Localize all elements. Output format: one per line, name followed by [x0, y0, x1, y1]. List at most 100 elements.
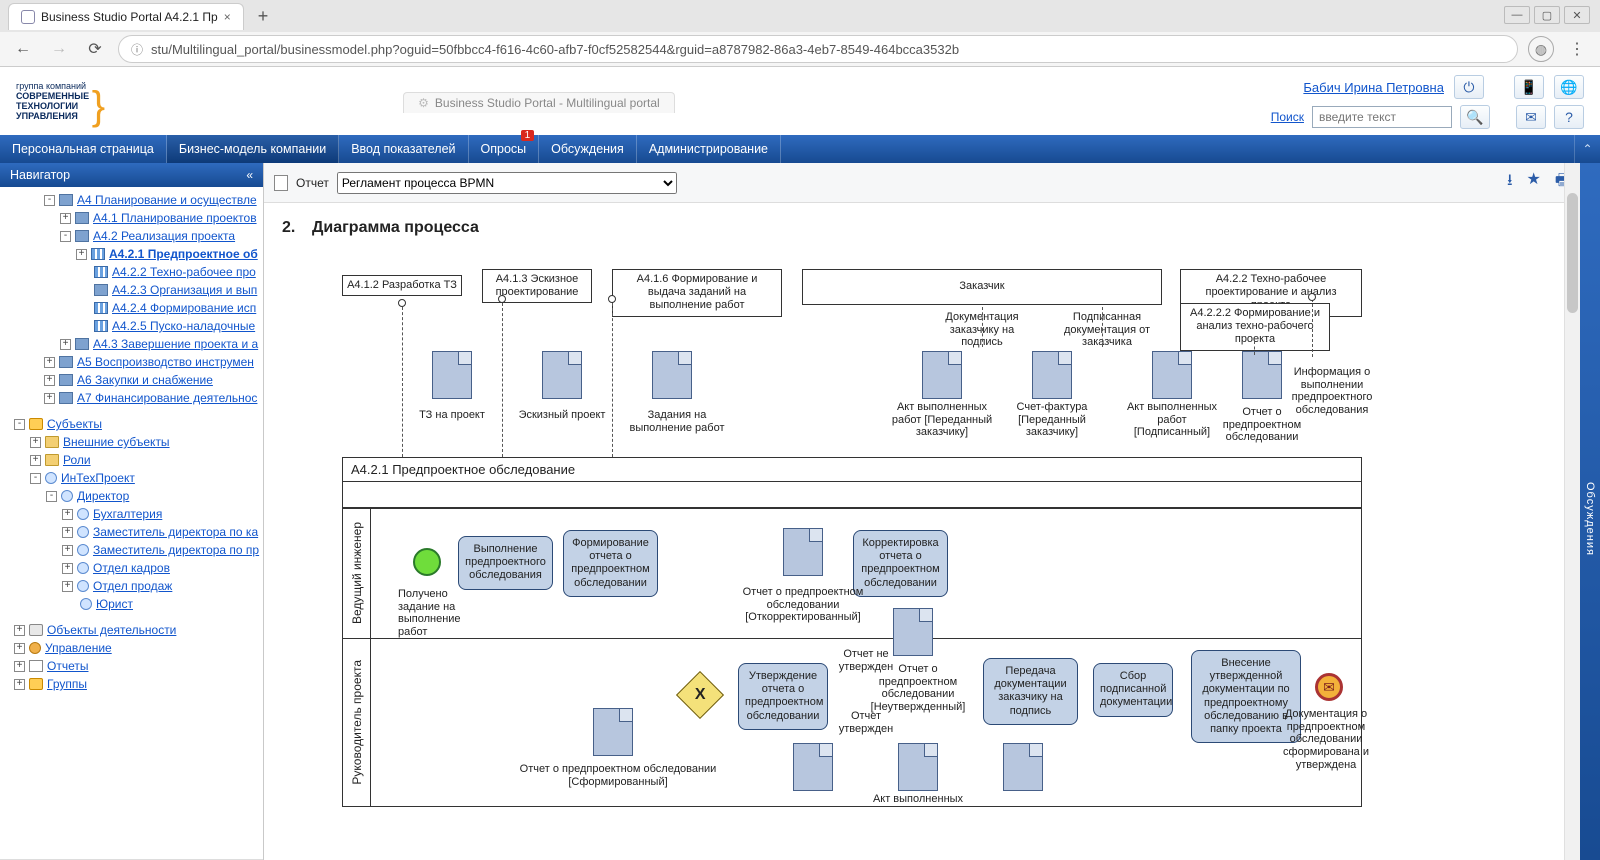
tree-toggle[interactable]: + — [60, 339, 71, 350]
tree-toggle[interactable]: + — [62, 527, 73, 538]
user-link[interactable]: Бабич Ирина Петровна — [1303, 80, 1444, 95]
menu-discussions[interactable]: Обсуждения — [539, 135, 637, 163]
search-icon[interactable]: 🔍 — [1460, 105, 1490, 129]
tree-link-active[interactable]: А4.2.1 Предпроектное об — [109, 247, 258, 261]
tree-link[interactable]: Заместитель директора по ка — [93, 525, 258, 539]
tree-link[interactable]: А4.3 Завершение проекта и а — [93, 337, 258, 351]
tree-link[interactable]: Отдел продаж — [93, 579, 172, 593]
bpmn-task[interactable]: Сбор подписанной документации — [1093, 663, 1173, 717]
tree-toggle[interactable]: + — [14, 679, 25, 690]
document-artifact-icon[interactable] — [652, 351, 692, 399]
start-event[interactable] — [413, 548, 441, 576]
tree-link[interactable]: А4.2.2 Техно-рабочее про — [112, 265, 256, 279]
tree-link[interactable]: Директор — [77, 489, 129, 503]
diagram-pool-customer[interactable]: Заказчик — [802, 269, 1162, 305]
globe-icon[interactable]: 🌐 — [1554, 75, 1584, 99]
end-event[interactable] — [1315, 673, 1343, 701]
tree-toggle[interactable]: - — [46, 491, 57, 502]
menu-admin[interactable]: Администрирование — [637, 135, 781, 163]
nav-back-icon[interactable]: ← — [10, 36, 36, 62]
document-artifact-icon[interactable] — [893, 608, 933, 656]
diagram-ref-box[interactable]: A4.1.6 Формирование и выдача заданий на … — [612, 269, 782, 317]
tree-toggle[interactable]: - — [44, 195, 55, 206]
bpmn-task[interactable]: Утверждение отчета о предпроектном обсле… — [738, 663, 828, 730]
tree-link[interactable]: Отчеты — [47, 659, 88, 673]
bpmn-task[interactable]: Формирование отчета о предпроектном обсл… — [563, 530, 658, 597]
document-artifact-icon[interactable] — [432, 351, 472, 399]
star-icon[interactable]: ★ — [1527, 169, 1541, 196]
tree-toggle[interactable]: + — [62, 563, 73, 574]
tree-link[interactable]: Бухгалтерия — [93, 507, 162, 521]
tree-link[interactable]: Субъекты — [47, 417, 102, 431]
tree-link[interactable]: Заместитель директора по пр — [93, 543, 259, 557]
tree-toggle[interactable]: + — [44, 393, 55, 404]
tree-link[interactable]: Юрист — [96, 597, 133, 611]
tree-link[interactable]: А6 Закупки и снабжение — [77, 373, 213, 387]
search-label[interactable]: Поиск — [1271, 110, 1304, 124]
nav-forward-icon[interactable]: → — [46, 36, 72, 62]
new-tab-button[interactable]: + — [248, 2, 279, 31]
document-artifact-icon[interactable] — [898, 743, 938, 791]
document-artifact-icon[interactable] — [783, 528, 823, 576]
tree-link[interactable]: Группы — [47, 677, 87, 691]
tree-link[interactable]: А5 Воспроизводство инструмен — [77, 355, 254, 369]
browser-tab[interactable]: Business Studio Portal A4.2.1 Пр × — [8, 3, 244, 30]
tree-link[interactable]: Роли — [63, 453, 91, 467]
document-artifact-icon[interactable] — [1003, 743, 1043, 791]
document-artifact-icon[interactable] — [1152, 351, 1192, 399]
browser-menu-icon[interactable]: ⋮ — [1564, 36, 1590, 62]
download-icon[interactable]: ⭳ — [1507, 169, 1513, 196]
site-info-icon[interactable]: ⓘ — [131, 41, 143, 58]
window-maximize[interactable]: ▢ — [1534, 6, 1560, 24]
tree-toggle[interactable]: + — [14, 625, 25, 636]
menu-collapse-icon[interactable]: ⌃ — [1574, 135, 1600, 163]
bpmn-pool[interactable]: A4.2.1 Предпроектное обследование Ведущи… — [342, 457, 1362, 807]
diagram-ref-box[interactable]: A4.2.2.2 Формирование и анализ техно-раб… — [1180, 303, 1330, 351]
diagram-ref-box[interactable]: A4.1.2 Разработка ТЗ — [342, 275, 462, 296]
tree-link[interactable]: А4.2 Реализация проекта — [93, 229, 235, 243]
tree-toggle[interactable]: + — [44, 357, 55, 368]
mail-icon[interactable]: ✉ — [1516, 105, 1546, 129]
tree-link[interactable]: А4.2.4 Формирование исп — [112, 301, 256, 315]
window-minimize[interactable]: — — [1504, 6, 1530, 24]
tree-link[interactable]: Внешние субъекты — [63, 435, 170, 449]
tree-toggle[interactable]: + — [60, 213, 71, 224]
document-artifact-icon[interactable] — [1032, 351, 1072, 399]
document-artifact-icon[interactable] — [1242, 351, 1282, 399]
tree-link[interactable]: А7 Финансирование деятельнос — [77, 391, 257, 405]
help-icon[interactable]: ? — [1554, 105, 1584, 129]
document-artifact-icon[interactable] — [593, 708, 633, 756]
tree-toggle[interactable]: + — [14, 643, 25, 654]
tree-link[interactable]: Управление — [45, 641, 112, 655]
menu-business-model[interactable]: Бизнес-модель компании — [167, 135, 339, 163]
tree-link[interactable]: Отдел кадров — [93, 561, 170, 575]
bpmn-task[interactable]: Выполнение предпроектного обследования — [458, 536, 553, 590]
tree-link[interactable]: А4 Планирование и осуществле — [77, 193, 257, 207]
menu-indicators[interactable]: Ввод показателей — [339, 135, 468, 163]
bpmn-diagram[interactable]: A4.1.2 Разработка ТЗ A4.1.3 Эскизное про… — [342, 251, 1522, 811]
tab-close-icon[interactable]: × — [224, 10, 231, 24]
content-vscroll[interactable] — [1564, 163, 1580, 860]
portal-top-tab[interactable]: ⚙ Business Studio Portal - Multilingual … — [403, 92, 675, 113]
side-discussions-tab[interactable]: Обсуждения — [1580, 163, 1600, 860]
tree-toggle[interactable]: + — [44, 375, 55, 386]
tree-toggle[interactable]: + — [76, 249, 87, 260]
tree-toggle[interactable]: - — [14, 419, 25, 430]
tree-toggle[interactable]: - — [60, 231, 71, 242]
menu-surveys[interactable]: Опросы1 — [469, 135, 540, 163]
report-select[interactable]: Регламент процесса BPMN — [337, 172, 677, 194]
window-close[interactable]: ✕ — [1564, 6, 1590, 24]
navigator-collapse-icon[interactable]: « — [246, 168, 253, 182]
nav-reload-icon[interactable]: ⟳ — [82, 36, 108, 62]
document-area[interactable]: 2.Диаграмма процесса A4.1.2 Разработка Т… — [264, 203, 1580, 860]
profile-avatar-icon[interactable]: ◍ — [1528, 36, 1554, 62]
tree-toggle[interactable]: - — [30, 473, 41, 484]
bpmn-task[interactable]: Передача документации заказчику на подпи… — [983, 658, 1078, 725]
menu-personal[interactable]: Персональная страница — [0, 135, 167, 163]
search-input[interactable] — [1312, 106, 1452, 128]
tree-toggle[interactable]: + — [62, 509, 73, 520]
document-artifact-icon[interactable] — [793, 743, 833, 791]
tree-link[interactable]: А4.1 Планирование проектов — [93, 211, 257, 225]
tree-link[interactable]: А4.2.3 Организация и вып — [112, 283, 257, 297]
tree-toggle[interactable]: + — [62, 581, 73, 592]
